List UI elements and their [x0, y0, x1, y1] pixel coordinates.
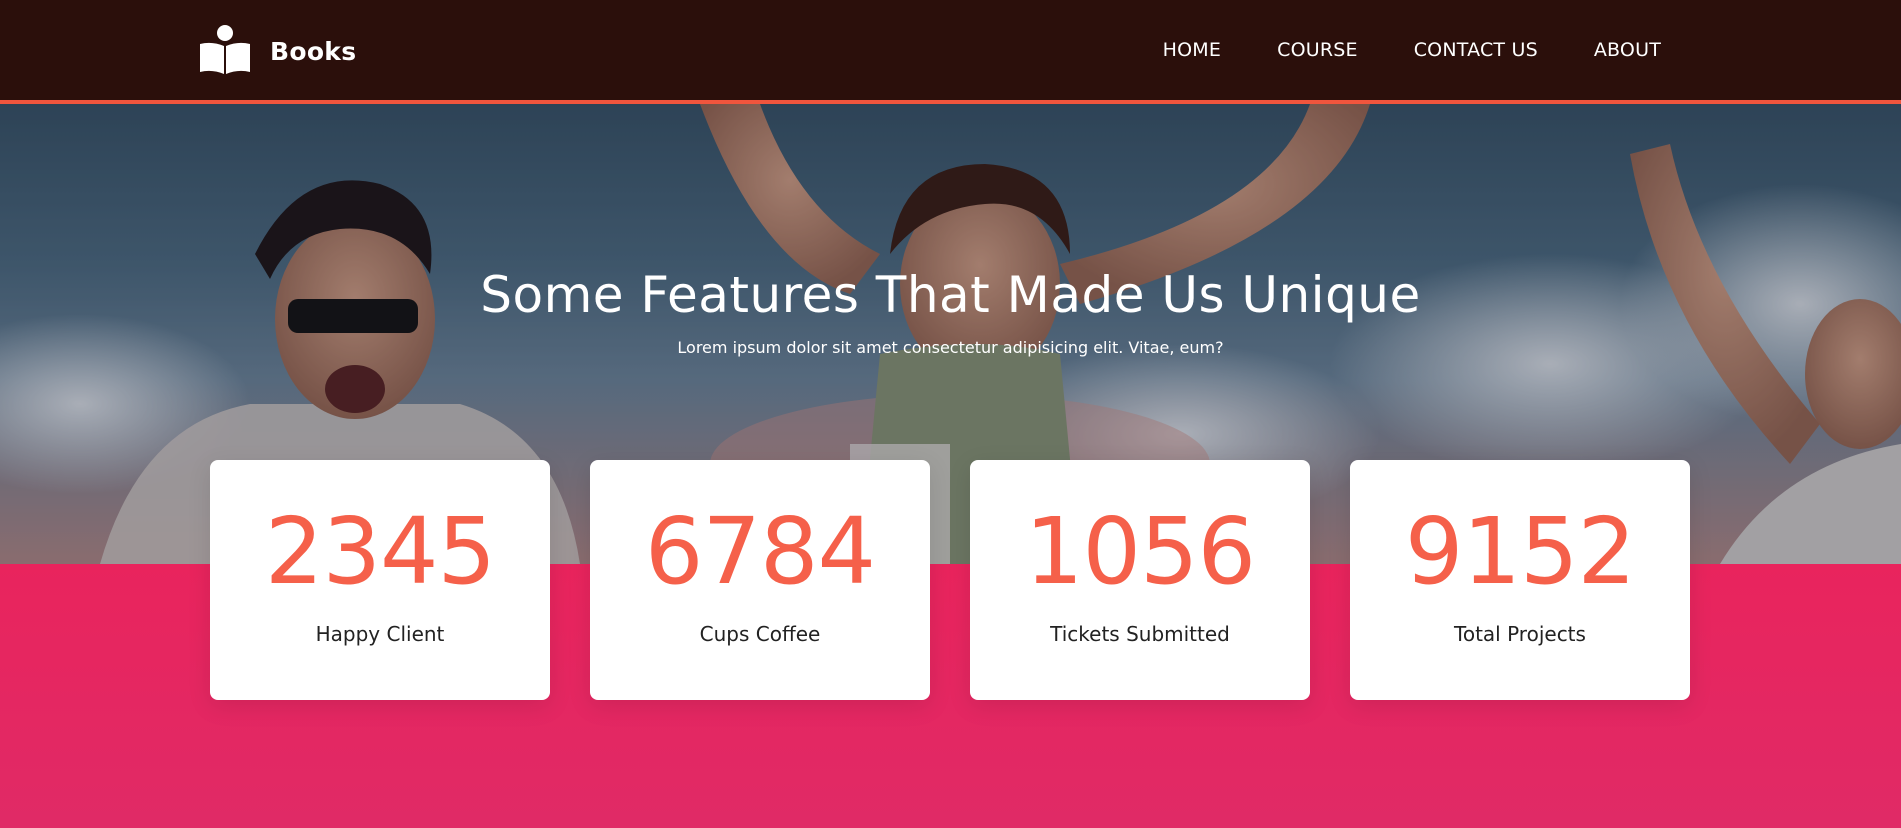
brand-logo-link[interactable]: Books: [198, 24, 356, 78]
stat-value: 6784: [644, 498, 876, 605]
stat-card-tickets-submitted: 1056 Tickets Submitted: [970, 460, 1310, 700]
book-reader-icon: [198, 24, 252, 78]
nav-home[interactable]: HOME: [1163, 39, 1221, 61]
stat-card-total-projects: 9152 Total Projects: [1350, 460, 1690, 700]
site-header: Books HOME COURSE CONTACT US ABOUT: [0, 0, 1901, 104]
stat-label: Tickets Submitted: [1050, 622, 1230, 646]
stat-label: Happy Client: [315, 622, 445, 646]
nav-course[interactable]: COURSE: [1277, 39, 1358, 61]
stat-value: 9152: [1404, 498, 1636, 605]
stat-value: 2345: [264, 498, 496, 605]
stat-value: 1056: [1024, 498, 1256, 605]
hero-subtitle: Lorem ipsum dolor sit amet consectetur a…: [677, 338, 1224, 357]
stat-card-cups-coffee: 6784 Cups Coffee: [590, 460, 930, 700]
stat-label: Total Projects: [1454, 622, 1586, 646]
stat-card-happy-client: 2345 Happy Client: [210, 460, 550, 700]
stats-row: 2345 Happy Client 6784 Cups Coffee 1056 …: [210, 460, 1690, 700]
nav-about[interactable]: ABOUT: [1594, 39, 1661, 61]
hero-title: Some Features That Made Us Unique: [480, 266, 1421, 324]
stat-label: Cups Coffee: [699, 622, 821, 646]
brand-name: Books: [270, 36, 357, 66]
main-nav: HOME COURSE CONTACT US ABOUT: [1163, 39, 1661, 61]
nav-contact-us[interactable]: CONTACT US: [1414, 39, 1538, 61]
page: Books HOME COURSE CONTACT US ABOUT Some …: [0, 0, 1901, 828]
